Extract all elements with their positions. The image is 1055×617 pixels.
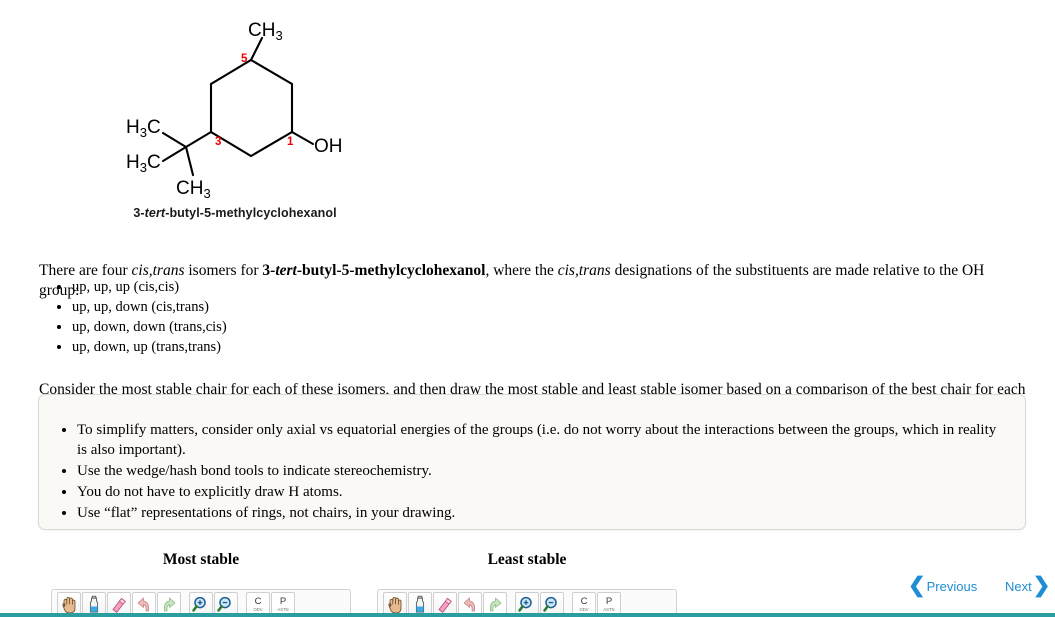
- instructions-list: To simplify matters, consider only axial…: [39, 395, 1025, 523]
- paste-sublabel: ASTN: [277, 607, 289, 613]
- most-stable-heading: Most stable: [162, 551, 240, 568]
- label-tbu-methyl-bottom: CH3: [176, 178, 211, 201]
- intro-text-3: , where the: [485, 261, 558, 279]
- intro-compound-suffix: -butyl-5-methylcyclohexanol: [296, 261, 486, 279]
- label-tbu-methyl-lower: H3C: [126, 152, 161, 175]
- list-item: Use “flat” representations of rings, not…: [77, 504, 1007, 524]
- caption-suffix: -butyl-5-methylcyclohexanol: [165, 206, 337, 220]
- molecule-atom-labels: CH3 OH H3C H3C CH3: [126, 20, 343, 201]
- least-stable-heading: Least stable: [487, 551, 567, 568]
- molecule-structure-drawing: CH3 OH H3C H3C CH3 5 3 1: [126, 20, 343, 201]
- copy-sublabel: ODV: [253, 607, 263, 613]
- bottom-accent-bar: [0, 613, 1055, 617]
- intro-italic-cistrans-2: cis,trans: [557, 261, 611, 279]
- list-item: up, down, up (trans,trans): [72, 338, 672, 357]
- intro-text-1: There are four: [39, 261, 132, 279]
- next-button[interactable]: Next ❯: [1005, 574, 1051, 597]
- chevron-right-icon: ❯: [1032, 574, 1051, 597]
- copy-letter: C: [580, 596, 588, 608]
- list-item: Use the wedge/hash bond tools to indicat…: [77, 462, 1007, 482]
- chevron-left-icon: ❮: [908, 574, 926, 597]
- paste-sublabel: ASTN: [603, 607, 615, 613]
- pagination-nav: ❮ Previous Next ❯: [900, 574, 1050, 600]
- paste-letter: P: [279, 596, 287, 608]
- next-label: Next: [1005, 579, 1032, 594]
- molecule-bonds: [161, 36, 315, 177]
- previous-button[interactable]: ❮ Previous: [908, 574, 978, 597]
- list-item: up, up, up (cis,cis): [72, 278, 672, 297]
- caption-italic-tert: tert: [144, 206, 166, 220]
- intro-compound-name: 3-tert-butyl-5-methylcyclohexanol: [262, 262, 485, 279]
- molecule-caption: 3-tert-butyl-5-methylcyclohexanol: [0, 206, 470, 220]
- intro-compound-prefix: 3-: [262, 261, 276, 279]
- molecule-figure: CH3 OH H3C H3C CH3 5 3 1 3-tert-butyl-5-…: [0, 0, 430, 232]
- label-top-methyl: CH3: [248, 20, 283, 43]
- label-hydroxyl: OH: [314, 136, 343, 157]
- isomer-list: up, up, up (cis,cis) up, up, down (cis,t…: [39, 278, 672, 359]
- list-item: up, up, down (cis,trans): [72, 298, 672, 317]
- locant-3: 3: [215, 136, 221, 148]
- locant-5: 5: [241, 53, 248, 65]
- intro-italic-cistrans-1: cis,trans: [131, 261, 185, 279]
- list-item: You do not have to explicitly draw H ato…: [77, 483, 1007, 503]
- instructions-callout: To simplify matters, consider only axial…: [38, 394, 1026, 530]
- paste-letter: P: [605, 596, 613, 608]
- caption-prefix: 3-: [133, 206, 145, 220]
- locant-1: 1: [287, 136, 294, 148]
- molecule-locant-numbers: 5 3 1: [215, 53, 294, 148]
- copy-letter: C: [254, 596, 262, 608]
- list-item: up, down, down (trans,cis): [72, 318, 672, 337]
- copy-sublabel: ODV: [579, 607, 589, 613]
- intro-text-2: isomers for: [184, 261, 263, 279]
- list-item: To simplify matters, consider only axial…: [77, 421, 1007, 460]
- intro-compound-italic: tert: [275, 261, 297, 279]
- label-tbu-methyl-upper: H3C: [126, 117, 161, 140]
- previous-label: Previous: [926, 579, 978, 594]
